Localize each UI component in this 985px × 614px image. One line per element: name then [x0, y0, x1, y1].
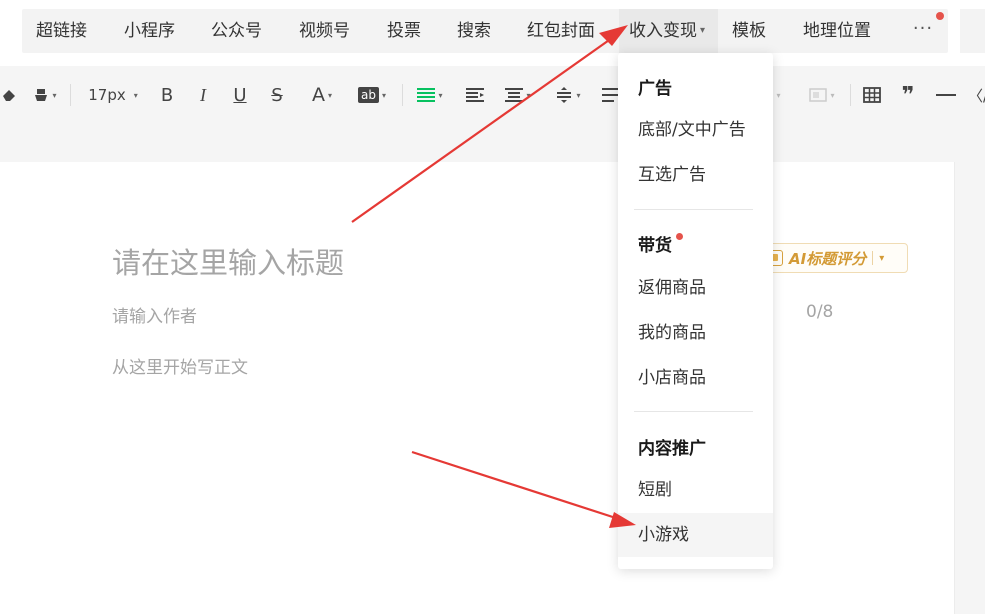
toolbar-divider — [402, 84, 403, 106]
insert-miniprogram-button[interactable]: 小程序 — [124, 9, 175, 53]
quote-button[interactable]: ❞ — [896, 80, 920, 110]
table-icon — [863, 87, 881, 103]
menu-item-my-products[interactable]: 我的商品 — [618, 311, 773, 355]
insert-location-button[interactable]: 地理位置 — [803, 9, 871, 53]
menu-divider — [634, 411, 753, 412]
strikethrough-button[interactable]: S — [266, 80, 288, 110]
insert-red-packet-cover-button[interactable]: 红包封面 — [527, 9, 595, 53]
more-dots-icon: ··· — [912, 18, 934, 39]
line-height-icon — [557, 87, 572, 103]
menu-item-mutual-select-ads[interactable]: 互选广告 — [618, 153, 773, 197]
indent-button[interactable] — [464, 80, 486, 110]
ai-title-score-button[interactable]: AI标题评分 ▾ — [760, 243, 908, 273]
insert-vote-label: 投票 — [387, 21, 421, 41]
insert-template-label: 模板 — [732, 21, 766, 41]
align-center-button[interactable]: ▾ — [500, 80, 536, 110]
divider-icon — [936, 94, 956, 96]
align-left-button[interactable]: ▾ — [412, 80, 448, 110]
format-painter-icon[interactable]: ▾ — [30, 80, 60, 110]
insert-hyperlink-label: 超链接 — [36, 21, 87, 41]
ai-title-score-label: AI标题评分 — [789, 249, 867, 268]
chevron-down-icon[interactable]: ▾ — [879, 253, 884, 264]
italic-button[interactable]: I — [192, 80, 214, 110]
insert-official-account-button[interactable]: 公众号 — [211, 9, 262, 53]
bold-icon: B — [160, 84, 174, 106]
body-input[interactable]: 从这里开始写正文 — [112, 353, 248, 378]
monetization-menu-label: 收入变现 — [629, 21, 697, 41]
insert-search-button[interactable]: 搜索 — [457, 9, 491, 53]
insert-location-label: 地理位置 — [803, 21, 871, 41]
image-align-button[interactable]: ▾ — [804, 80, 840, 110]
right-side-panel — [954, 162, 985, 614]
menu-item-shop-products[interactable]: 小店商品 — [618, 356, 773, 400]
strikethrough-icon: S — [271, 84, 283, 106]
panel-edge — [960, 9, 985, 53]
author-char-count: 0/8 — [806, 302, 834, 322]
menu-section-content-promotion: 内容推广 — [638, 439, 706, 459]
font-size-value: 17px — [88, 86, 126, 104]
underline-icon: U — [233, 84, 247, 106]
font-size-select[interactable]: 17px ▾ — [84, 80, 142, 110]
insert-official-account-label: 公众号 — [211, 21, 262, 41]
monetization-menu-button[interactable]: 收入变现 ▾ — [619, 9, 718, 53]
menu-item-commission-products[interactable]: 返佣商品 — [618, 266, 773, 310]
notification-dot-icon — [676, 233, 683, 240]
menu-section-commerce: 带货 — [638, 236, 672, 256]
code-icon: 〈/ — [968, 86, 985, 105]
divider-button[interactable] — [934, 80, 958, 110]
editor-area[interactable] — [0, 162, 954, 614]
bold-button[interactable]: B — [156, 80, 178, 110]
insert-search-label: 搜索 — [457, 21, 491, 41]
code-button[interactable]: 〈/ — [968, 80, 985, 110]
notification-dot-icon — [936, 12, 944, 20]
font-color-icon: A — [311, 84, 325, 106]
align-center-icon — [505, 88, 524, 102]
underline-button[interactable]: U — [229, 80, 251, 110]
insert-table-button[interactable] — [860, 80, 884, 110]
background-color-button[interactable]: ab ▾ — [354, 80, 390, 110]
menu-item-mini-game[interactable]: 小游戏 — [618, 513, 773, 557]
toolbar-divider — [850, 84, 851, 106]
insert-channels-button[interactable]: 视频号 — [299, 9, 350, 53]
menu-section-ads: 广告 — [638, 79, 672, 99]
chevron-down-icon: ▾ — [700, 25, 706, 36]
title-input[interactable]: 请在这里输入标题 — [112, 240, 344, 282]
monetization-dropdown: 广告 底部/文中广告 互选广告 带货 返佣商品 我的商品 小店商品 内容推广 短… — [618, 53, 773, 569]
italic-icon: I — [200, 84, 206, 105]
insert-vote-button[interactable]: 投票 — [387, 9, 421, 53]
insert-menu-bar: 超链接 小程序 公众号 视频号 投票 搜索 红包封面 收入变现 ▾ 模板 地理位置 — [22, 9, 948, 53]
author-input[interactable]: 请输入作者 — [112, 302, 197, 327]
eraser-icon[interactable] — [0, 80, 18, 110]
more-button[interactable]: ··· — [908, 9, 944, 53]
insert-hyperlink-button[interactable]: 超链接 — [36, 9, 87, 53]
menu-divider — [634, 209, 753, 210]
insert-template-button[interactable]: 模板 — [732, 9, 766, 53]
indent-icon — [466, 88, 484, 102]
format-toolbar: ▾ 17px▾ B I U S A▾ ab▾ ▾ ▾ ▾ ▾ ▾ ❞ 〈/ — [0, 66, 985, 162]
toolbar-divider — [70, 84, 71, 106]
insert-channels-label: 视频号 — [299, 21, 350, 41]
background-color-icon: ab — [358, 87, 379, 103]
insert-miniprogram-label: 小程序 — [124, 21, 175, 41]
menu-item-bottom-inline-ads[interactable]: 底部/文中广告 — [618, 108, 773, 152]
line-height-button[interactable]: ▾ — [550, 80, 586, 110]
align-left-icon — [417, 88, 436, 102]
quote-icon: ❞ — [901, 82, 915, 108]
insert-red-packet-cover-label: 红包封面 — [527, 21, 595, 41]
font-color-button[interactable]: A ▾ — [304, 80, 340, 110]
menu-item-short-drama[interactable]: 短剧 — [618, 468, 773, 512]
insert-toolbar: 超链接 小程序 公众号 视频号 投票 搜索 红包封面 收入变现 ▾ 模板 地理位置… — [0, 0, 985, 66]
ai-button-divider — [872, 251, 874, 265]
